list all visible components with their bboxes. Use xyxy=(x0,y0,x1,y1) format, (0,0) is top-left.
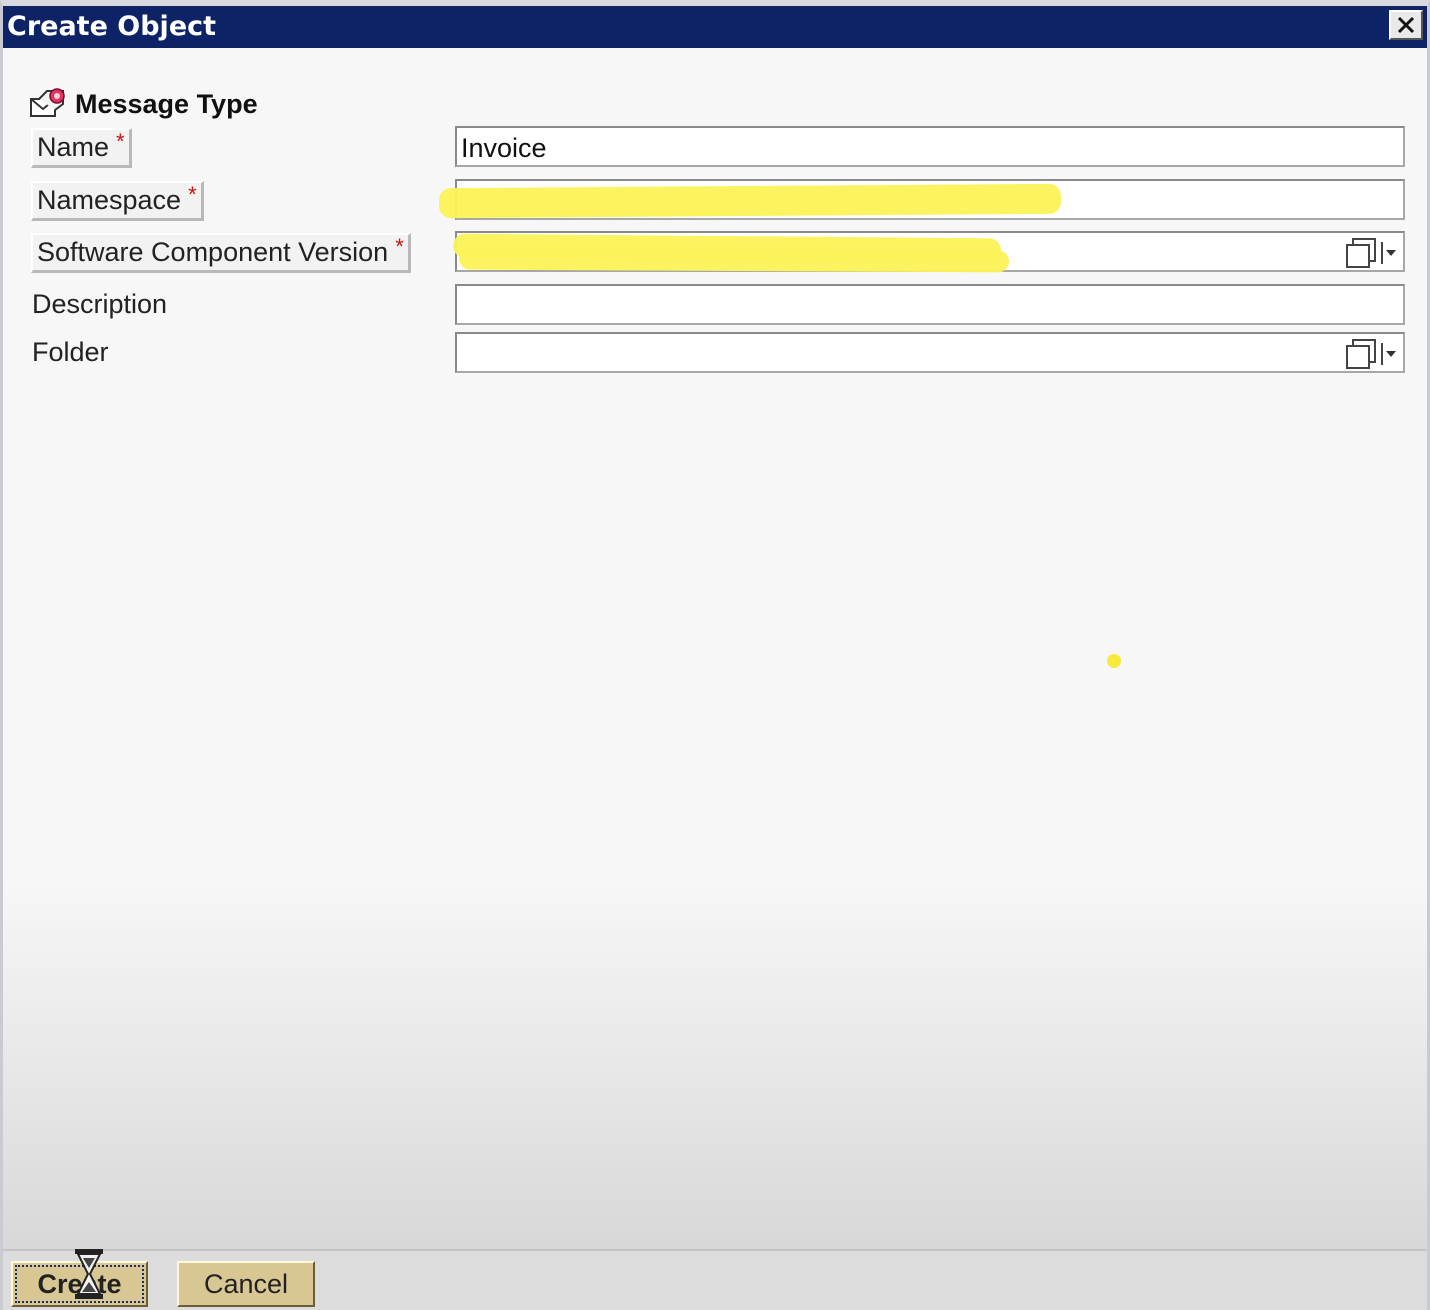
value-help-dropdown-icon[interactable] xyxy=(1343,236,1399,268)
folder-label: Folder xyxy=(32,337,109,367)
namespace-label: Namespace xyxy=(37,185,182,215)
namespace-redaction xyxy=(438,183,1062,219)
object-type-header: Message Type xyxy=(29,84,258,124)
dialog-title: Create Object xyxy=(7,11,217,42)
folder-field[interactable] xyxy=(455,332,1405,373)
close-icon xyxy=(1397,16,1415,34)
required-marker: * xyxy=(116,128,125,154)
close-button[interactable] xyxy=(1389,10,1423,40)
hourglass-cursor-icon xyxy=(75,1249,103,1299)
value-help-dropdown-icon[interactable] xyxy=(1343,337,1399,369)
software-component-version-label: Software Component Version xyxy=(37,237,389,267)
name-label: Name xyxy=(37,132,110,162)
button-bar: Create Cancel xyxy=(3,1249,1427,1310)
cancel-button[interactable]: Cancel xyxy=(177,1261,315,1307)
required-marker: * xyxy=(395,233,404,259)
namespace-label-button[interactable]: Namespace * xyxy=(31,181,204,221)
cancel-button-label: Cancel xyxy=(203,1268,289,1299)
software-component-version-redaction xyxy=(458,247,1010,273)
required-marker: * xyxy=(188,181,197,207)
message-type-icon xyxy=(30,88,65,117)
title-bar: Create Object xyxy=(3,6,1427,48)
name-value: Invoice xyxy=(461,133,547,163)
name-field[interactable]: Invoice xyxy=(455,126,1405,167)
create-object-dialog: Create Object Message Type Name * Invoic… xyxy=(0,0,1430,1310)
object-type-title: Message Type xyxy=(75,88,258,119)
name-label-button[interactable]: Name * xyxy=(31,128,132,168)
cursor-highlight-dot xyxy=(1107,654,1121,668)
description-label: Description xyxy=(32,289,168,319)
software-component-version-label-button[interactable]: Software Component Version * xyxy=(31,233,411,273)
description-field[interactable] xyxy=(455,284,1405,325)
